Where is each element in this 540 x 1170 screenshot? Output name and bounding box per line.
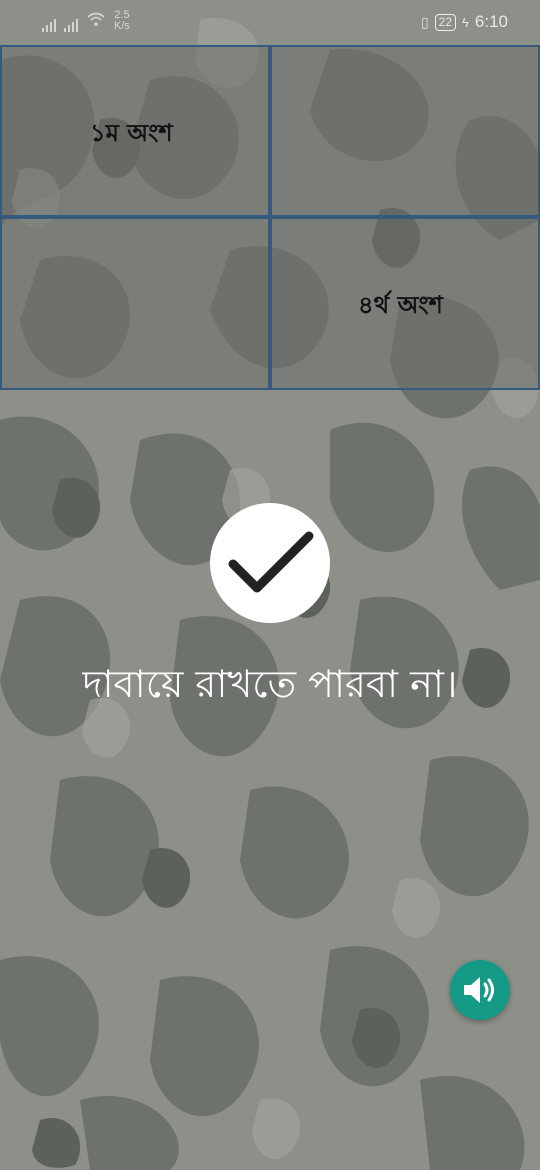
clock: 6:10 (474, 12, 508, 31)
checkmark-icon (228, 531, 314, 593)
wifi-icon (86, 11, 106, 32)
grid-cell-4[interactable]: ৪র্থ অংশ (270, 217, 540, 390)
grid-cell-3[interactable] (0, 217, 270, 390)
quarter-grid: ১ম অংশ ৪র্থ অংশ (0, 45, 540, 390)
success-badge (210, 503, 330, 623)
grid-cell-2[interactable] (270, 45, 540, 217)
charging-icon: ϟ (462, 14, 469, 30)
battery-indicator: 22 (434, 13, 457, 31)
vibrate-icon: ▯ (420, 13, 429, 30)
speaker-volume-icon (464, 977, 494, 1003)
cell-label: ১ম অংশ (90, 118, 173, 147)
net-speed: 2.5 K/s (114, 10, 130, 32)
cell-label: ৪র্থ অংশ (358, 290, 443, 319)
status-left: 2.5 K/s (42, 10, 130, 32)
status-right: ▯ 22 ϟ 6:10 (421, 12, 508, 32)
result-message: দাবায়ে রাখতে পারবা না। (82, 662, 458, 706)
sound-button[interactable] (450, 960, 510, 1020)
grid-cell-1[interactable]: ১ম অংশ (0, 45, 270, 217)
net-speed-unit: K/s (114, 20, 130, 32)
signal-icon-1 (42, 16, 56, 32)
signal-icon-2 (64, 16, 78, 32)
status-bar: 2.5 K/s ▯ 22 ϟ 6:10 (0, 0, 540, 44)
